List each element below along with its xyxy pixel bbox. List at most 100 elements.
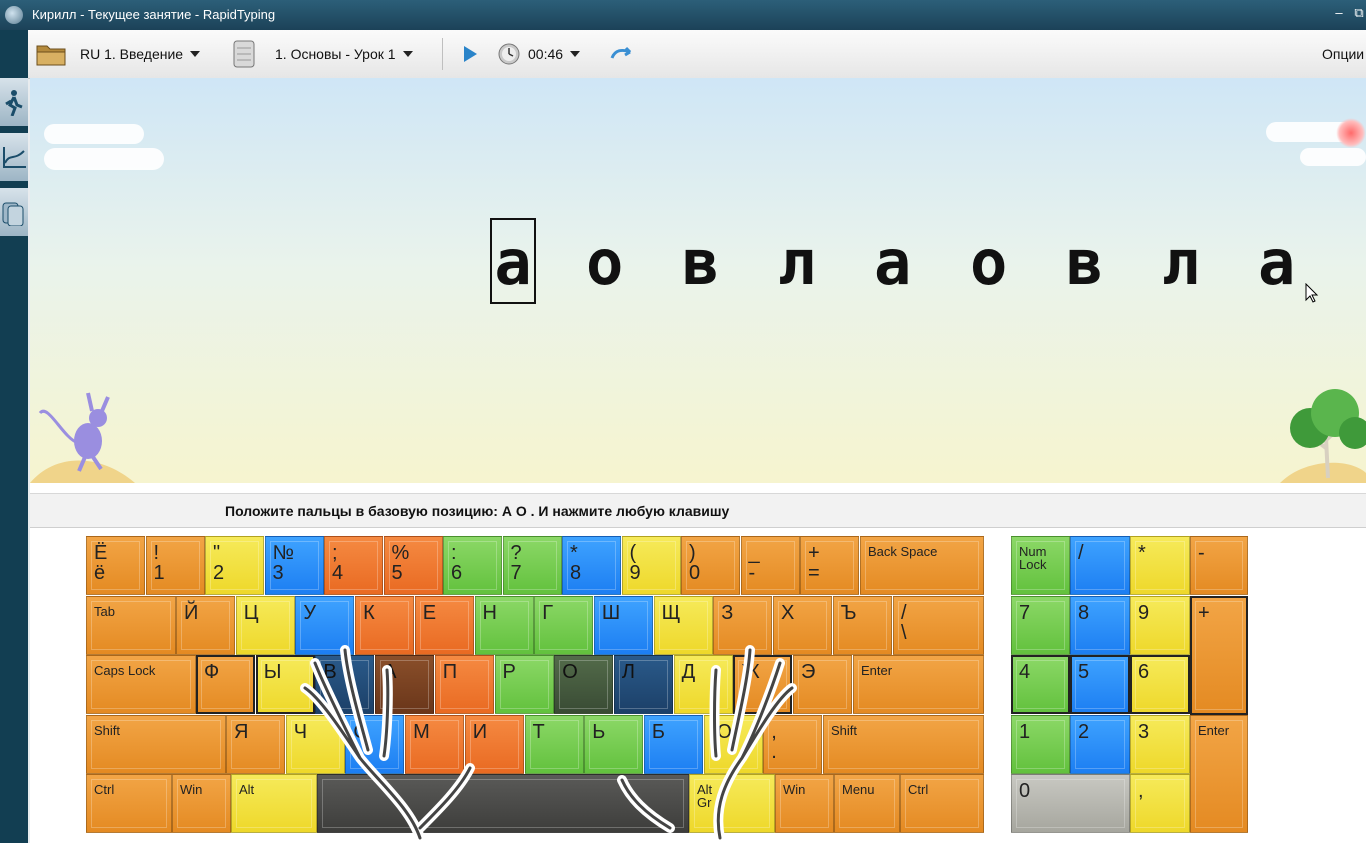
key-3[interactable]: 3 [1130,715,1190,774]
key-9[interactable]: 9 [1130,596,1190,655]
key-+[interactable]: + [1190,596,1248,715]
key-ы[interactable]: Ы [255,655,315,714]
key-win[interactable]: Win [172,774,231,833]
key-й[interactable]: Й [176,596,235,655]
key-д[interactable]: Д [673,655,733,714]
key-enter[interactable]: Enter [1190,715,1248,833]
key-т[interactable]: Т [524,715,584,774]
key-е[interactable]: Е [414,596,474,655]
key-р[interactable]: Р [494,655,554,714]
key-у[interactable]: У [295,596,355,655]
key-back-space[interactable]: Back Space [860,536,984,595]
key-а[interactable]: А [375,655,435,714]
chart-icon [3,147,26,168]
key-ctrl[interactable]: Ctrl [86,774,172,833]
key-,[interactable]: , [1130,774,1190,833]
key-п[interactable]: П [434,655,494,714]
key-label: Enter [861,663,893,678]
key-ж[interactable]: Ж [733,655,793,714]
key-х[interactable]: Х [773,596,832,655]
key-0[interactable]: 0 [1011,774,1130,833]
instruction-text: Положите пальцы в базовую позицию: А О .… [225,503,730,519]
key-ц[interactable]: Ц [235,596,295,655]
key-ф[interactable]: Ф [196,655,255,714]
side-button-lessons[interactable] [0,188,28,236]
key-_--[interactable]: _ - [740,536,800,595]
key-:-6[interactable]: : 6 [443,536,502,595]
key-4[interactable]: 4 [1011,655,1070,714]
key-2[interactable]: 2 [1070,715,1130,774]
key-tab[interactable]: Tab [86,596,176,655]
options-menu[interactable]: Опции [1322,30,1364,78]
key-б[interactable]: Б [643,715,703,774]
key-з[interactable]: З [713,596,773,655]
key-ctrl[interactable]: Ctrl [900,774,984,833]
key-caps-lock[interactable]: Caps Lock [86,655,196,714]
key-л[interactable]: Л [613,655,673,714]
key-)-0[interactable]: ) 0 [681,536,740,595]
key-label: ? 7 [510,542,522,584]
course-selector[interactable]: RU 1. Введение [36,30,201,78]
side-button-stats[interactable] [0,133,28,181]
key-н[interactable]: Н [474,596,534,655]
key-enter[interactable]: Enter [853,655,984,714]
lesson-selector[interactable]: 1. Основы - Урок 1 [233,30,413,78]
queued-letter: а [874,226,912,299]
key-label: / \ [901,602,907,644]
key-"-2[interactable]: " 2 [205,536,264,595]
key-win[interactable]: Win [775,774,834,833]
key-э[interactable]: Э [793,655,852,714]
key-,-.[interactable]: , . [763,715,823,774]
key-7[interactable]: 7 [1011,596,1070,655]
key-+-=[interactable]: + = [800,536,859,595]
key-о[interactable]: О [554,655,614,714]
key--[interactable]: - [1190,536,1248,595]
minimize-button[interactable]: – [1332,6,1346,20]
key-ч[interactable]: Ч [285,715,345,774]
key-ё-ё[interactable]: Ё ё [86,536,145,595]
key-!-1[interactable]: ! 1 [145,536,205,595]
key-*-8[interactable]: * 8 [562,536,621,595]
key-/-\[interactable]: / \ [893,596,984,655]
key-alt[interactable]: Alt [231,774,317,833]
side-button-lesson[interactable] [0,78,28,126]
key-space[interactable] [317,774,689,833]
key-я[interactable]: Я [226,715,285,774]
key-menu[interactable]: Menu [834,774,900,833]
key-№-3[interactable]: № 3 [264,536,324,595]
key-6[interactable]: 6 [1130,655,1190,714]
key-(-9[interactable]: ( 9 [621,536,681,595]
key-1[interactable]: 1 [1011,715,1070,774]
key-щ[interactable]: Щ [653,596,713,655]
key-%-5[interactable]: % 5 [383,536,443,595]
restart-button[interactable] [610,30,632,78]
key-в[interactable]: В [315,655,375,714]
key-8[interactable]: 8 [1070,596,1130,655]
key-ъ[interactable]: Ъ [832,596,892,655]
key-label: 1 [1019,721,1031,743]
key-shift[interactable]: Shift [823,715,984,774]
clock-icon [498,43,520,65]
cloud [1300,148,1366,166]
timer-selector[interactable]: 00:46 [498,30,581,78]
play-button[interactable] [462,30,478,78]
key-;-4[interactable]: ; 4 [324,536,383,595]
key-5[interactable]: 5 [1070,655,1130,714]
key-ю[interactable]: Ю [703,715,763,774]
key-/[interactable]: / [1070,536,1130,595]
key-?-7[interactable]: ? 7 [502,536,562,595]
key-и[interactable]: И [464,715,524,774]
key-к[interactable]: К [355,596,415,655]
walking-man-icon [5,90,23,116]
key-ш[interactable]: Ш [593,596,653,655]
key-ь[interactable]: Ь [584,715,644,774]
key-г[interactable]: Г [534,596,594,655]
maximize-button[interactable]: ⧉ [1352,6,1366,20]
key-num-lock[interactable]: Num Lock [1011,536,1070,595]
key-м[interactable]: М [405,715,465,774]
key-shift[interactable]: Shift [86,715,226,774]
key-alt-gr[interactable]: Alt Gr [689,774,775,833]
key-*[interactable]: * [1130,536,1190,595]
key-label: А [383,661,397,683]
key-с[interactable]: С [345,715,405,774]
